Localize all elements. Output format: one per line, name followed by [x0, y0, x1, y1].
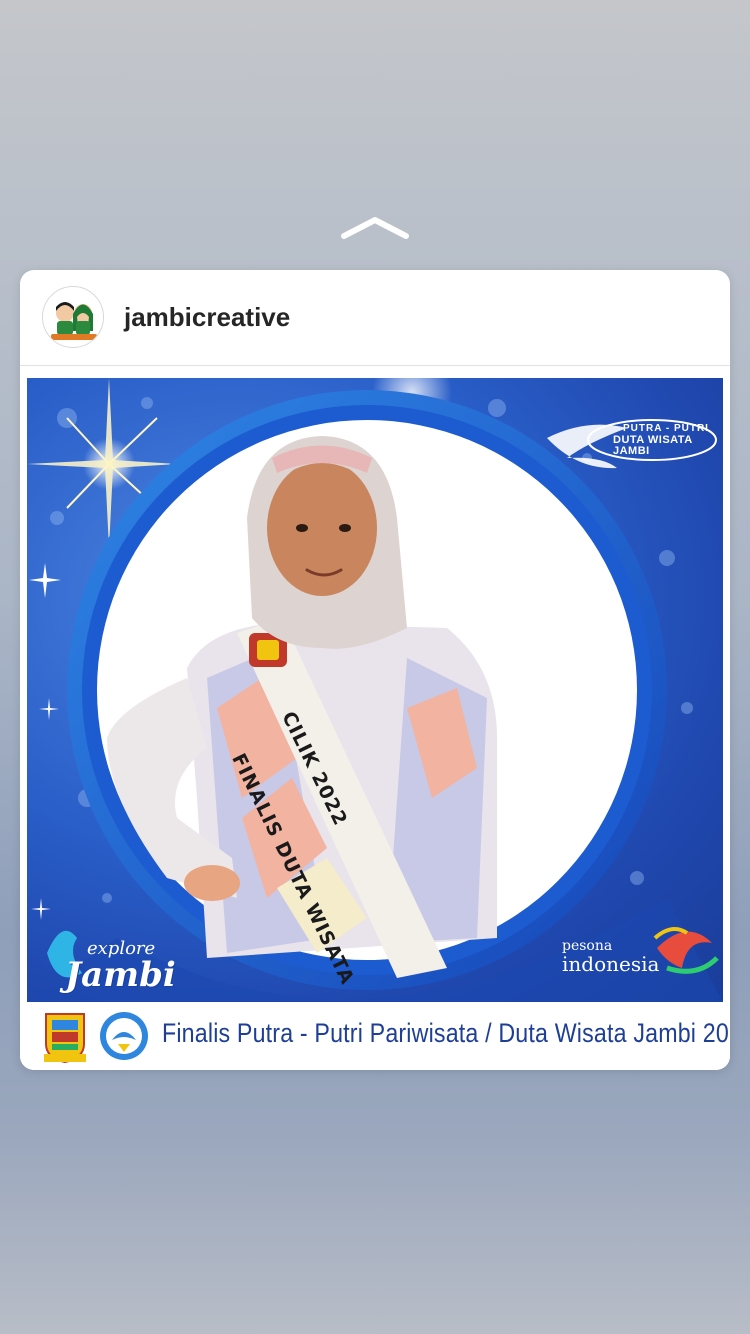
- post-image[interactable]: FINALIS DUTA WISATA CILIK 2022 PUTRA - P…: [27, 378, 723, 1002]
- post-header: jambicreative: [20, 270, 730, 366]
- explore-jambi-logo: explore Jambi: [65, 938, 176, 995]
- brand-top-line2: DUTA WISATA JAMBI: [613, 433, 693, 458]
- jambi-province-emblem-icon: [44, 1013, 86, 1064]
- avatar[interactable]: [42, 286, 104, 348]
- explore-big-text: Jambi: [65, 955, 176, 995]
- username[interactable]: jambicreative: [124, 302, 290, 333]
- brand-top-line1: PUTRA - PUTRI: [623, 423, 709, 434]
- caption-banner-text: Finalis Putra - Putri Pariwisata / Duta …: [162, 1018, 730, 1048]
- pesona-indonesia-logo: pesona indonesia: [562, 938, 659, 976]
- duta-wisata-brand: PUTRA - PUTRI DUTA WISATA JAMBI: [613, 423, 723, 458]
- pesona-big-text: indonesia: [562, 952, 660, 976]
- story-post-card[interactable]: jambicreative CILIK 2022 PUTRA - PUTRI D…: [20, 270, 730, 1070]
- avatar-illustration-icon: [51, 302, 97, 340]
- caption-banner: Finalis Putra - Putri Pariwisata / Duta …: [20, 1002, 730, 1070]
- chevron-up-icon[interactable]: [340, 214, 410, 242]
- poster-artwork: [27, 378, 723, 1002]
- tut-wuri-handayani-emblem-icon: [100, 1012, 148, 1060]
